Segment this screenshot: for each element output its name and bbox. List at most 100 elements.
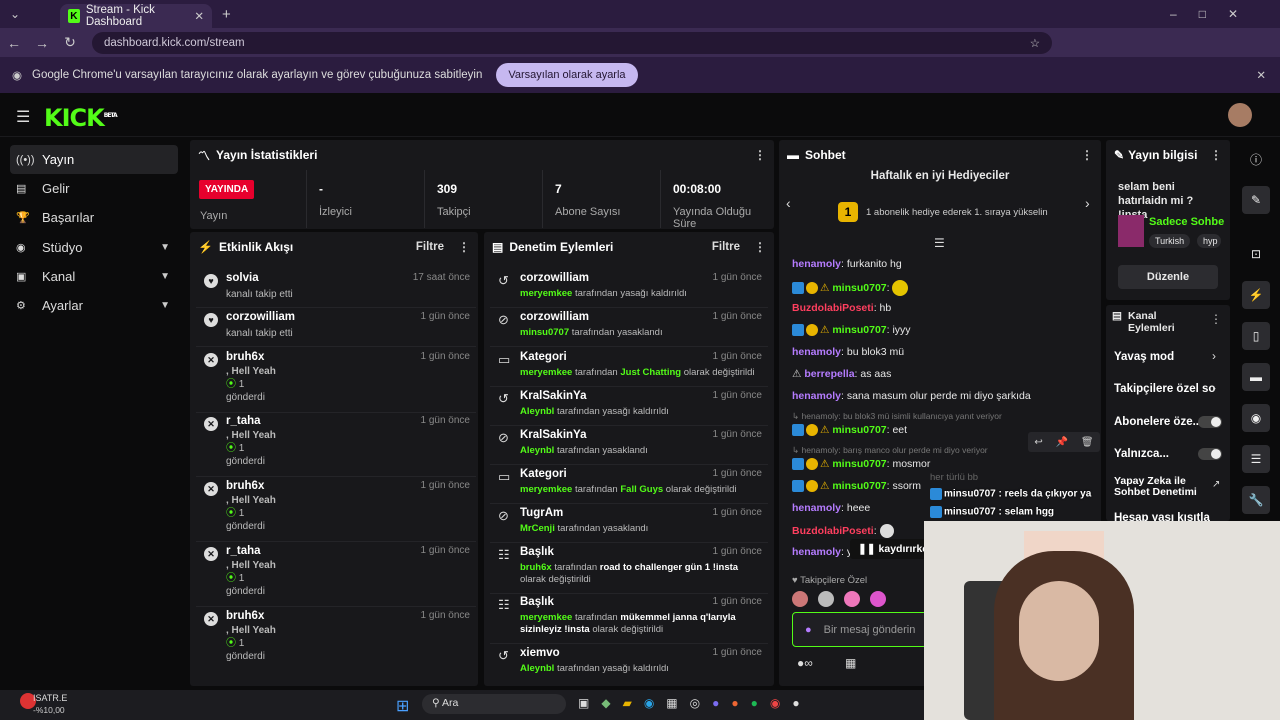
chevron-left-icon[interactable]: ‹ (786, 195, 791, 211)
chevron-right-icon[interactable]: › (1212, 381, 1216, 395)
mod-actor[interactable]: MrCenji (520, 523, 555, 534)
chrome-icon[interactable]: ◉ (770, 696, 780, 710)
mod-actor[interactable]: Aleynbl (520, 406, 554, 417)
action-slow-mode[interactable]: Yavaş mod (1114, 351, 1174, 363)
more-icon[interactable]: ⋮ (754, 148, 766, 162)
steam-icon[interactable]: ◎ (690, 696, 700, 710)
stream-category[interactable]: Sadece Sohbe (1149, 216, 1229, 228)
emote-icon[interactable] (818, 591, 834, 607)
close-infobar-icon[interactable]: ✕ (1256, 68, 1266, 82)
moderation-filter-button[interactable]: Filtre (712, 241, 740, 253)
bookmark-star-icon[interactable]: ☆ (1030, 36, 1040, 50)
reply-icon[interactable]: ↩ (1034, 437, 1042, 448)
more-icon[interactable]: ⋮ (754, 240, 766, 254)
chat-user[interactable]: henamoly (792, 390, 841, 402)
event-user[interactable]: bruh6x (226, 480, 264, 492)
clipboard-icon[interactable]: ▯ (1242, 322, 1270, 350)
mod-actor[interactable]: meryemkee (520, 612, 572, 623)
mod-actor[interactable]: minsu0707 (520, 327, 569, 338)
more-icon[interactable]: ⋮ (1210, 148, 1222, 162)
sidebar-item-gelir[interactable]: ▤ Gelir (10, 174, 178, 203)
event-user[interactable]: r_taha (226, 415, 261, 427)
chat-input[interactable]: ● Bir mesaj gönderin (792, 612, 942, 647)
close-tab-icon[interactable]: ✕ (194, 9, 204, 23)
mod-target[interactable]: TugrAm (520, 507, 563, 519)
subs-only-toggle[interactable] (1198, 416, 1222, 428)
chat-user[interactable]: minsu0707 (832, 324, 886, 336)
mod-target[interactable]: KralSakinYa (520, 390, 586, 402)
new-tab-icon[interactable]: + (222, 6, 231, 23)
event-user[interactable]: solvia (226, 272, 259, 284)
list-icon[interactable]: ☰ (1242, 445, 1270, 473)
hamburger-menu-icon[interactable]: ☰ (16, 107, 30, 127)
chat-user[interactable]: BuzdolabiPoseti (792, 302, 874, 314)
task-view-icon[interactable]: ▣ (578, 696, 589, 710)
chat-user[interactable]: henamoly (792, 258, 841, 270)
more-icon[interactable]: ⋮ (458, 240, 470, 254)
edge-icon[interactable]: ◉ (644, 696, 654, 710)
mod-actor[interactable]: bruh6x (520, 562, 552, 573)
camera-icon[interactable]: ⊡ (1242, 240, 1270, 268)
chat-user[interactable]: minsu0707 (832, 458, 886, 470)
chat-user[interactable]: minsu0707 (832, 424, 886, 436)
mic-icon[interactable]: ● (805, 624, 812, 636)
reload-icon[interactable]: ↻ (56, 34, 84, 51)
edit-button[interactable]: Düzenle (1118, 265, 1218, 289)
mod-actor[interactable]: Aleynbl (520, 445, 554, 456)
collapse-icon[interactable]: ☰ (934, 236, 945, 250)
sidebar-item-ayarlar[interactable]: ⚙ Ayarlar ▼ (10, 291, 178, 320)
chat-bubble-icon[interactable]: ▬ (1242, 363, 1270, 391)
mod-target[interactable]: corzowilliam (520, 272, 589, 284)
event-user[interactable]: bruh6x (226, 351, 264, 363)
copilot-icon[interactable]: ◆ (601, 696, 610, 710)
windows-start-icon[interactable]: ⊞ (396, 696, 409, 716)
emote-only-toggle[interactable] (1198, 448, 1222, 460)
browser-tab[interactable]: K Stream - Kick Dashboard ✕ (60, 4, 212, 28)
set-default-button[interactable]: Varsayılan olarak ayarla (496, 63, 638, 87)
mod-actor[interactable]: Aleynbl (520, 663, 554, 674)
more-icon[interactable]: ⋮ (1081, 148, 1093, 162)
bolt-icon[interactable]: ⚡ (1242, 281, 1270, 309)
delete-icon[interactable]: 🗑 (1081, 437, 1094, 448)
pencil-icon[interactable]: ✎ (1242, 186, 1270, 214)
chat-settings-icon[interactable]: ●∞ (797, 656, 813, 670)
chat-user[interactable]: henamoly (792, 502, 841, 514)
chat-user[interactable]: berrepella (804, 368, 854, 380)
back-icon[interactable]: ← (0, 35, 28, 51)
mod-actor[interactable]: meryemkee (520, 484, 572, 495)
chat-user[interactable]: minsu0707 (832, 282, 886, 294)
emote-icon[interactable] (792, 591, 808, 607)
chevron-right-icon[interactable]: › (1085, 195, 1090, 211)
chat-user[interactable]: henamoly (792, 346, 841, 358)
store-icon[interactable]: ▦ (845, 656, 856, 670)
mod-target[interactable]: xiemvo (520, 647, 560, 659)
chat-user[interactable]: minsu0707 (832, 480, 886, 492)
sidebar-item-studyo[interactable]: ◉ Stüdyo ▼ (10, 233, 178, 262)
emote-icon[interactable] (844, 591, 860, 607)
discord-icon[interactable]: ● (712, 696, 719, 710)
activity-filter-button[interactable]: Filtre (416, 241, 444, 253)
folder-icon[interactable]: ▰ (623, 696, 632, 710)
event-user[interactable]: corzowilliam (226, 311, 295, 323)
more-icon[interactable]: ⋮ (1210, 312, 1222, 326)
app-icon[interactable]: ● (731, 696, 738, 710)
url-field[interactable]: dashboard.kick.com/stream ☆ (92, 31, 1052, 54)
pin-icon[interactable]: 📌 (1056, 437, 1068, 448)
wrench-icon[interactable]: 🔧 (1242, 486, 1270, 514)
broadcast-icon[interactable]: ◉ (1242, 404, 1270, 432)
event-user[interactable]: bruh6x (226, 610, 264, 622)
chat-user[interactable]: henamoly (792, 546, 841, 558)
emote-icon[interactable] (870, 591, 886, 607)
store-icon[interactable]: ▦ (666, 696, 677, 710)
spotify-icon[interactable]: ● (751, 696, 758, 710)
action-account-age[interactable]: Hesap yaşı kısıtla (1114, 512, 1210, 521)
app-icon[interactable]: ● (792, 696, 799, 710)
event-user[interactable]: r_taha (226, 545, 261, 557)
taskbar-search[interactable]: ⚲ Ara (422, 694, 566, 714)
external-link-icon[interactable]: ↗ (1212, 479, 1220, 490)
kick-logo[interactable]: KICKBETA (44, 104, 118, 132)
mod-target[interactable]: KralSakinYa (520, 429, 586, 441)
sidebar-item-basarilar[interactable]: 🏆 Başarılar (10, 203, 178, 232)
mod-target[interactable]: corzowilliam (520, 311, 589, 323)
mod-actor[interactable]: meryemkee (520, 367, 572, 378)
